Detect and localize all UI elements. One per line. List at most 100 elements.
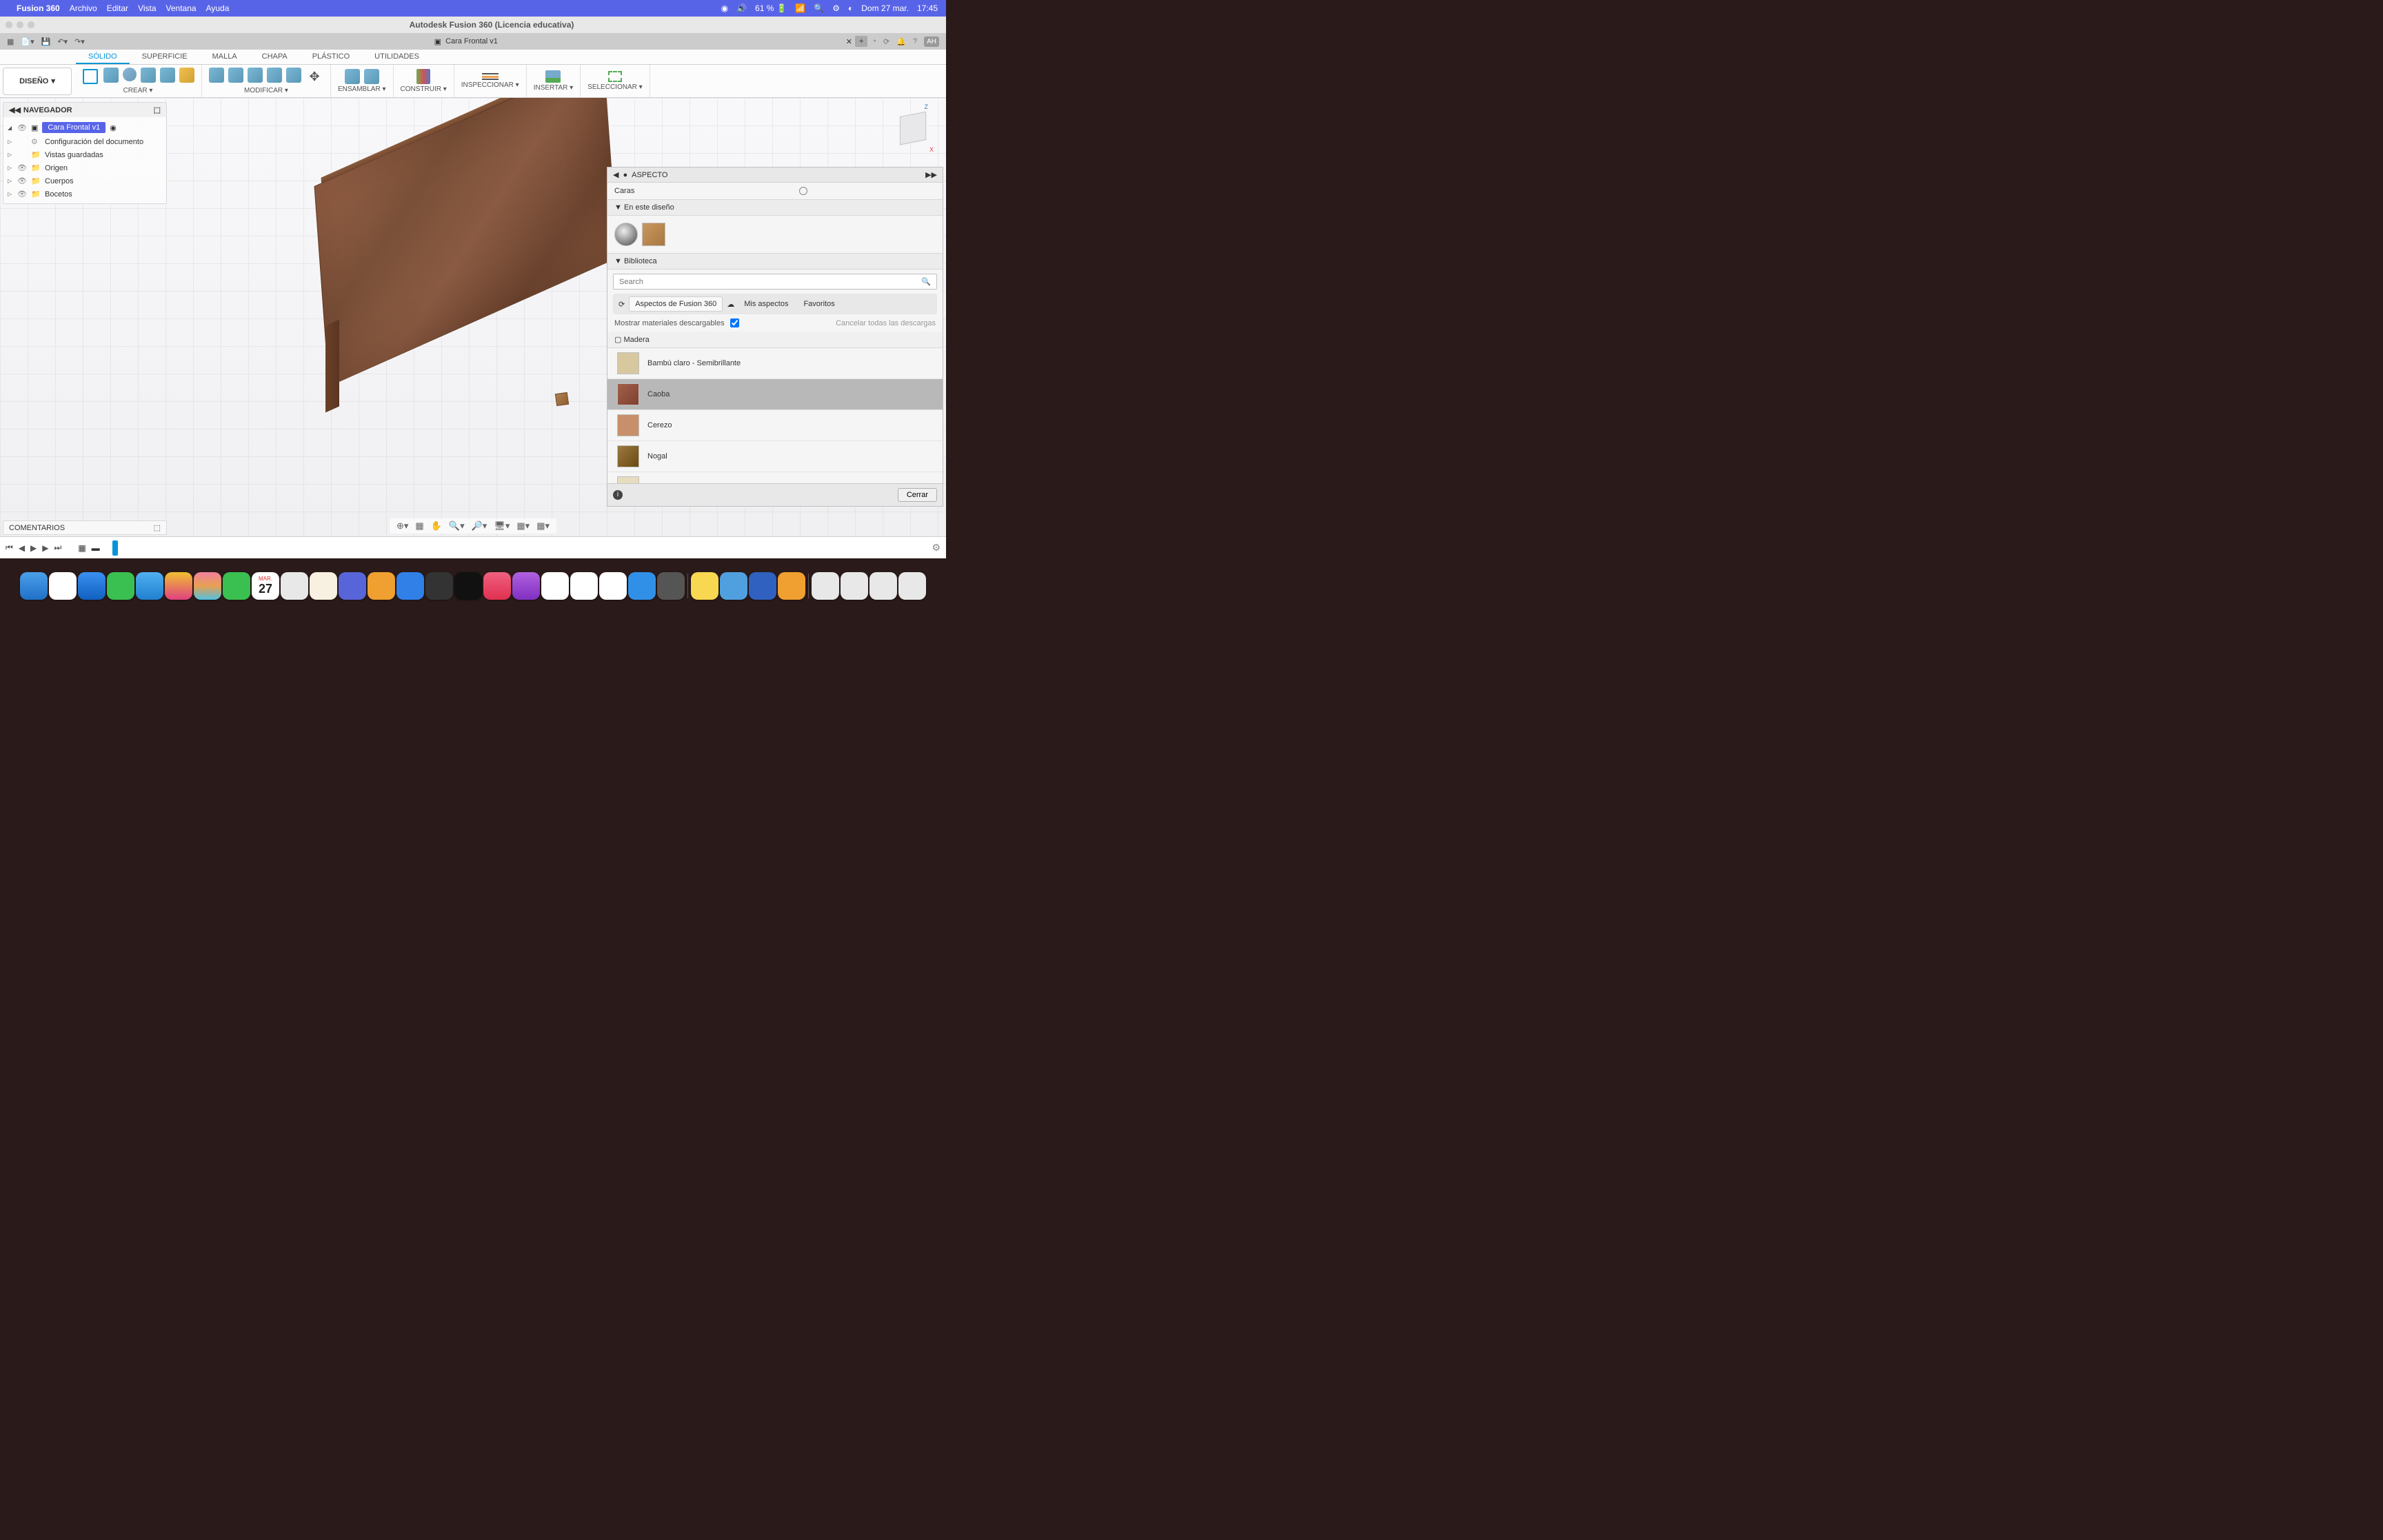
dock-recent-2[interactable] — [720, 572, 747, 600]
cancel-downloads[interactable]: Cancelar todas las descargas — [836, 319, 936, 327]
zoom-icon[interactable]: 🔍▾ — [449, 520, 465, 531]
visibility-icon[interactable]: 👁 — [17, 123, 27, 132]
chamfer-icon[interactable] — [248, 68, 263, 83]
viewport[interactable]: ◀◀ NAVEGADOR ⬚ ◢ 👁 ▣ Cara Frontal v1 ◉ ▷… — [0, 98, 946, 536]
search-field[interactable]: 🔍 — [613, 274, 937, 290]
timeline-sketch-item[interactable]: ▦ — [78, 543, 86, 553]
dock-messages[interactable] — [107, 572, 134, 600]
dock-zoom[interactable] — [396, 572, 424, 600]
material-nogal[interactable]: Nogal — [607, 441, 943, 472]
dock-safari[interactable] — [78, 572, 105, 600]
create-sketch-icon[interactable] — [81, 68, 99, 85]
press-pull-icon[interactable] — [209, 68, 224, 83]
joint-icon[interactable] — [364, 69, 379, 84]
dock-facetime[interactable] — [223, 572, 250, 600]
search-icon[interactable]: 🔍 — [921, 277, 931, 286]
orbit-icon[interactable]: ⊕▾ — [396, 520, 408, 531]
select-icon[interactable] — [608, 71, 622, 82]
dock-folder-3[interactable] — [869, 572, 897, 600]
expand-icon[interactable]: ▷ — [8, 165, 13, 171]
library-section[interactable]: ▼ Biblioteca — [607, 253, 943, 270]
emboss-icon[interactable] — [179, 68, 194, 83]
extensions-icon[interactable]: ◔ — [872, 37, 876, 45]
dock-pages[interactable] — [599, 572, 627, 600]
battery-status[interactable]: 61 % 🔋 — [755, 3, 787, 13]
dock-podcasts[interactable] — [512, 572, 540, 600]
control-center-icon[interactable]: ⚙ — [832, 3, 840, 13]
dock-recent-fusion[interactable] — [778, 572, 805, 600]
grid-icon[interactable]: ▦▾ — [516, 520, 530, 531]
tree-item-sketches[interactable]: ▷ 👁 📁 Bocetos — [3, 188, 166, 201]
menu-archivo[interactable]: Archivo — [70, 3, 97, 13]
tab-superficie[interactable]: SUPERFICIE — [130, 50, 200, 64]
tab-malla[interactable]: MALLA — [200, 50, 250, 64]
traffic-lights[interactable] — [6, 21, 34, 28]
record-icon[interactable]: ◉ — [721, 3, 728, 13]
material-preview-cube[interactable] — [555, 392, 569, 406]
data-panel-icon[interactable]: ▦ — [7, 37, 14, 46]
assemble-icon[interactable] — [345, 69, 360, 84]
timeline-next-icon[interactable]: ▶ — [42, 543, 48, 553]
siri-icon[interactable]: ◐ — [848, 3, 853, 13]
dock-contacts[interactable] — [281, 572, 308, 600]
dock-music[interactable] — [483, 572, 511, 600]
dock-appstore[interactable] — [628, 572, 656, 600]
dock-teams[interactable] — [339, 572, 366, 600]
category-row[interactable]: ▢ Madera — [607, 332, 943, 348]
swatch-wood[interactable] — [642, 223, 665, 246]
sweep-icon[interactable] — [141, 68, 156, 83]
tab-plastico[interactable]: PLÁSTICO — [300, 50, 362, 64]
document-tab[interactable]: ▣ Cara Frontal v1 — [89, 37, 843, 46]
menu-editar[interactable]: Editar — [107, 3, 128, 13]
new-tab-icon[interactable]: + — [855, 36, 867, 47]
revolve-icon[interactable] — [123, 68, 137, 81]
design-workspace-button[interactable]: DISEÑO ▾ — [3, 68, 72, 95]
inspect-icon[interactable] — [482, 73, 499, 80]
appearance-header[interactable]: ◀ ● ASPECTO ▶▶ — [607, 168, 943, 183]
move-icon[interactable] — [305, 68, 323, 85]
redo-icon[interactable]: ↷▾ — [74, 37, 85, 46]
faces-radio[interactable] — [799, 187, 807, 195]
display-icon[interactable]: 🖥▾ — [494, 520, 510, 531]
menu-vista[interactable]: Vista — [138, 3, 156, 13]
timeline-start-icon[interactable]: ⏮ — [6, 543, 13, 553]
job-status-icon[interactable]: ⟳ — [883, 37, 889, 46]
timeline-play-icon[interactable]: ▶ — [30, 543, 37, 553]
undo-icon[interactable]: ↶▾ — [57, 37, 68, 46]
look-at-icon[interactable]: ▦ — [415, 520, 423, 531]
dock-photos[interactable] — [194, 572, 221, 600]
refresh-icon[interactable]: ⟳ — [619, 300, 625, 309]
timeline-marker[interactable] — [112, 540, 118, 556]
navigator-header[interactable]: ◀◀ NAVEGADOR ⬚ — [3, 103, 166, 117]
expand-icon[interactable]: ▷ — [8, 139, 13, 145]
volume-icon[interactable]: 🔊 — [736, 3, 747, 13]
show-downloadable-checkbox[interactable] — [730, 318, 739, 327]
info-icon[interactable]: i — [613, 490, 623, 500]
extrude-icon[interactable] — [103, 68, 119, 83]
model-3d[interactable] — [321, 119, 625, 422]
dock-calculator[interactable] — [425, 572, 453, 600]
material-bamboo[interactable]: Bambú claro - Semibrillante — [607, 348, 943, 379]
dock-trash[interactable] — [898, 572, 926, 600]
comments-bar[interactable]: COMENTARIOS ⬚ — [3, 520, 167, 535]
shell-icon[interactable] — [267, 68, 282, 83]
notifications-icon[interactable]: 🔔 — [896, 37, 906, 46]
dock-reminders[interactable] — [310, 572, 337, 600]
in-design-section[interactable]: ▼ En este diseño — [607, 199, 943, 216]
visibility-icon[interactable]: 👁 — [17, 163, 27, 172]
expand-icon[interactable]: ▶▶ — [925, 170, 937, 179]
expand-icon[interactable]: ▷ — [8, 152, 13, 158]
search-input[interactable] — [619, 278, 921, 286]
tab-utilidades[interactable]: UTILIDADES — [362, 50, 432, 64]
tree-root[interactable]: ◢ 👁 ▣ Cara Frontal v1 ◉ — [3, 120, 166, 135]
tree-item-config[interactable]: ▷ ⚙ Configuración del documento — [3, 135, 166, 148]
timeline-settings-icon[interactable]: ⚙ — [932, 542, 941, 554]
wifi-icon[interactable]: 📶 — [795, 3, 805, 13]
menu-ayuda[interactable]: Ayuda — [206, 3, 230, 13]
visibility-icon[interactable]: 👁 — [17, 190, 27, 199]
draft-icon[interactable] — [286, 68, 301, 83]
timeline-extrude-item[interactable]: ▬ — [92, 543, 100, 553]
expand-icon[interactable]: ▷ — [8, 178, 13, 184]
radio-icon[interactable]: ◉ — [110, 123, 117, 132]
timeline-prev-icon[interactable]: ◀ — [19, 543, 25, 553]
